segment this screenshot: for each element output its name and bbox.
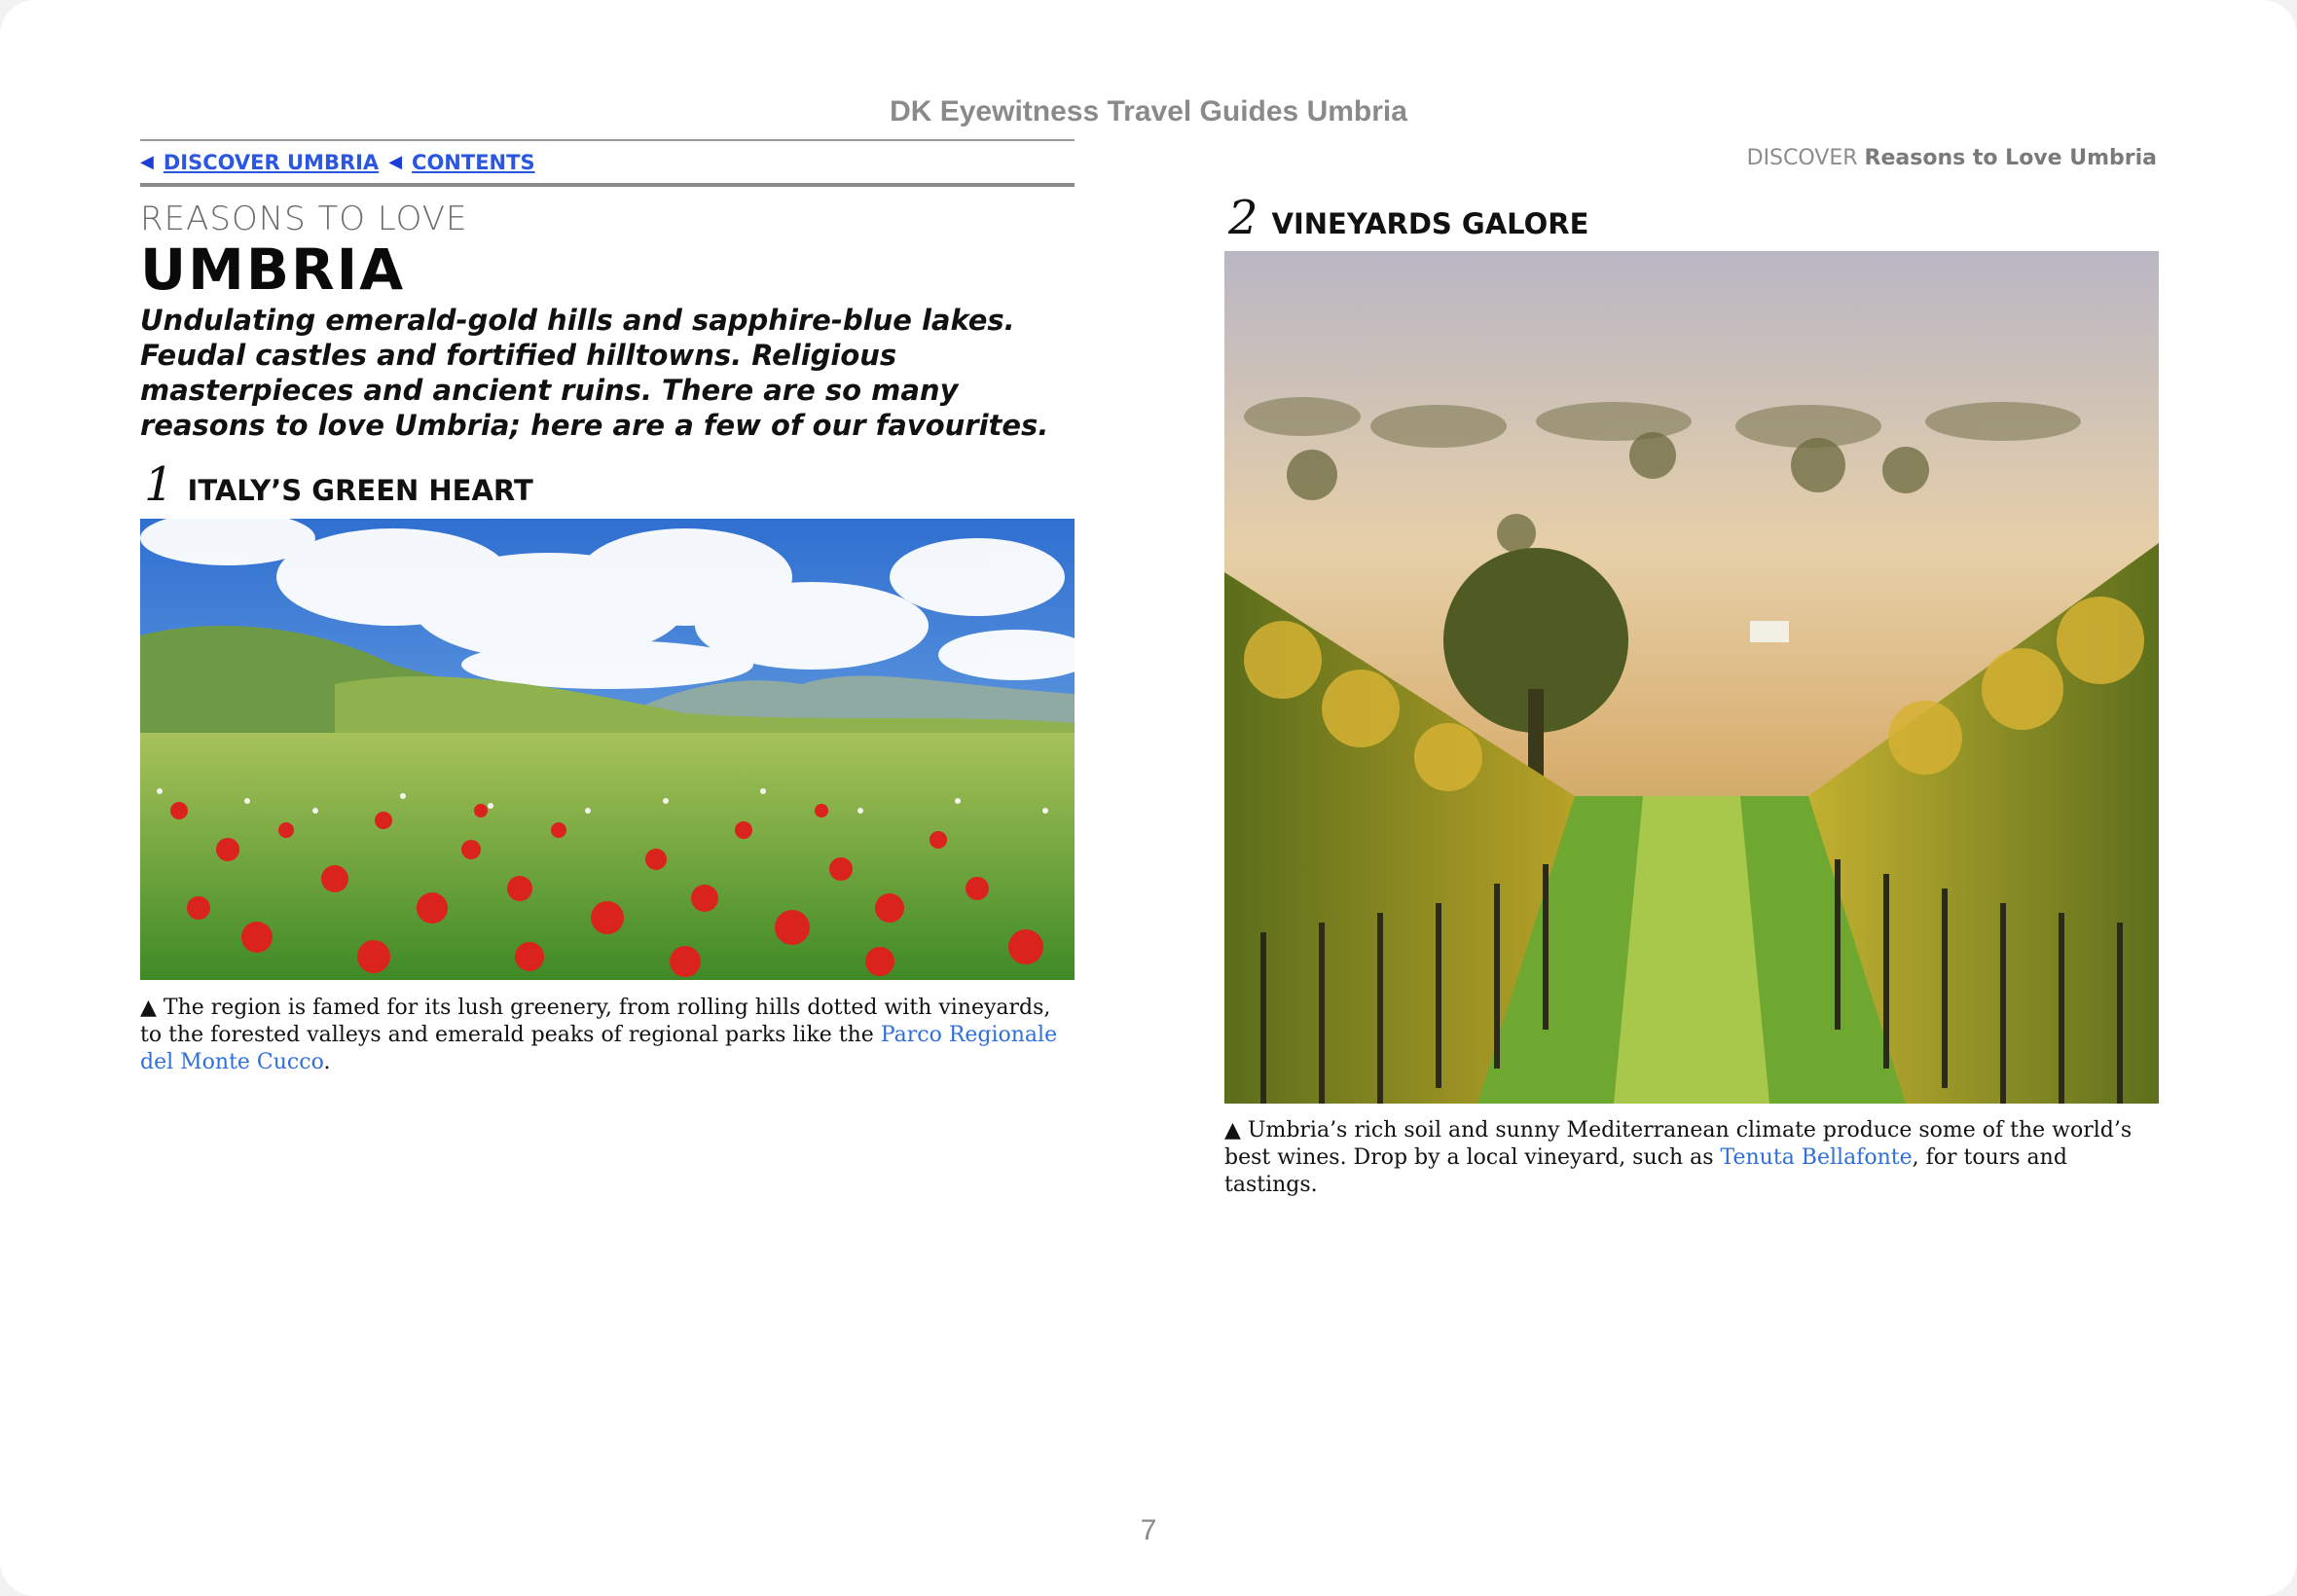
running-head: DISCOVER Reasons to Love Umbria [1747,146,2157,170]
running-head-title: Reasons to Love Umbria [1864,146,2157,170]
section-number: 1 [144,457,174,512]
section-2-heading: 2 VINEYARDS GALORE [1228,191,1588,245]
vineyards-photo [1224,251,2159,1104]
contents-link[interactable]: CONTENTS [412,151,535,174]
section-1-caption: ▲ The region is famed for its lush green… [140,995,1075,1076]
intro-text: Undulating emerald-gold hills and sapphi… [140,304,1049,442]
section-number: 2 [1228,191,1258,245]
book-title: DK Eyewitness Travel Guides Umbria [890,95,1407,127]
breadcrumb-nav: ◀ DISCOVER UMBRIA ◀ CONTENTS [140,139,1075,187]
book-page: DK Eyewitness Travel Guides Umbria ◀ DIS… [0,0,2297,1596]
running-head-section: DISCOVER [1746,146,1858,170]
section-title: ITALY’S GREEN HEART [187,474,533,507]
page-kicker: REASONS TO LOVE [140,200,468,238]
green-heart-photo [140,519,1075,980]
caption-text-end: . [323,1050,331,1074]
discover-umbria-link[interactable]: DISCOVER UMBRIA [164,151,379,174]
page-title: UMBRIA [140,236,406,303]
back-arrow-icon: ◀ [140,152,154,172]
section-title: VINEYARDS GALORE [1271,207,1589,240]
page-number: 7 [1140,1514,1157,1546]
tenuta-bellafonte-link[interactable]: Tenuta Bellafonte [1721,1145,1913,1170]
section-2-caption: ▲ Umbria’s rich soil and sunny Mediterra… [1224,1117,2159,1199]
back-arrow-icon: ◀ [388,152,403,172]
section-1-heading: 1 ITALY’S GREEN HEART [144,457,533,512]
